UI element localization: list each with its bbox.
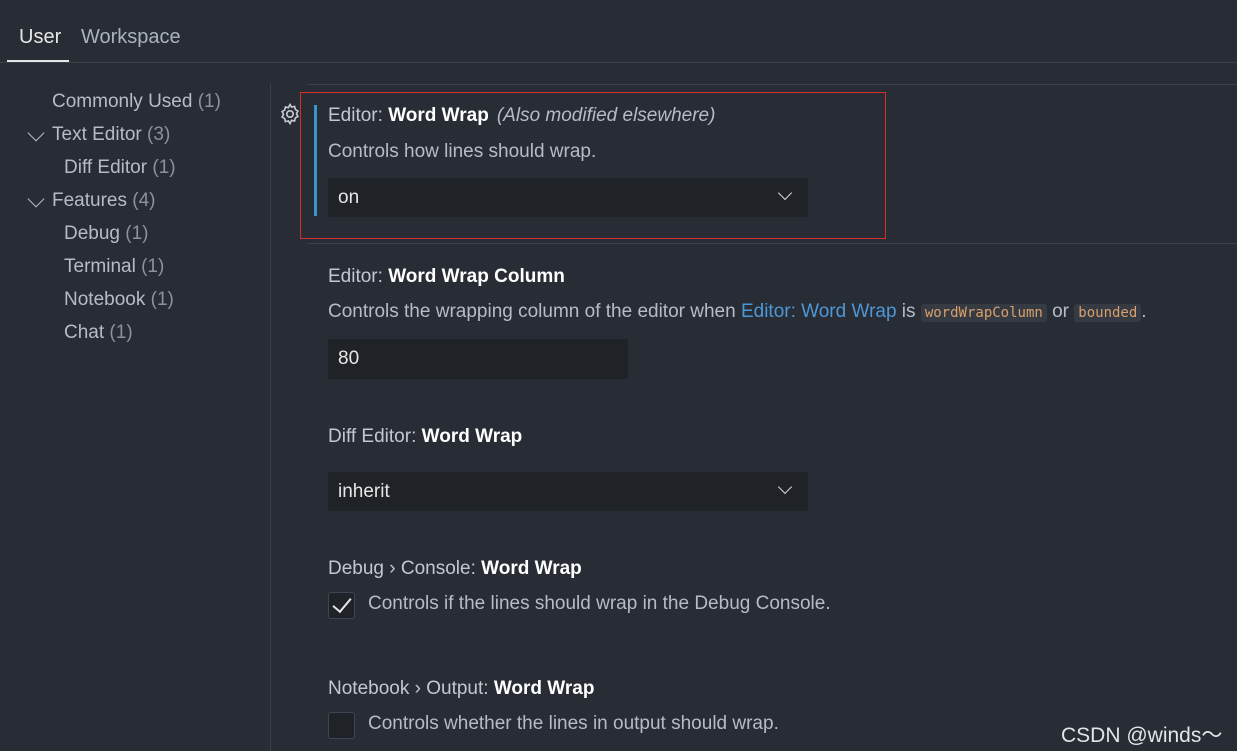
watermark: CSDN @winds～: [1061, 724, 1223, 747]
settings-editor: User Workspace Commonly Used (1) Text Ed…: [0, 0, 1237, 751]
toc-item-chat[interactable]: Chat (1): [64, 322, 133, 344]
setting-description: Controls the wrapping column of the edit…: [328, 301, 1147, 323]
toc-item-terminal[interactable]: Terminal (1): [64, 256, 164, 278]
setting-description: Controls whether the lines in output sho…: [368, 713, 779, 734]
debug-console-word-wrap-checkbox[interactable]: [328, 592, 355, 619]
tabs-divider: [0, 62, 1237, 63]
setting-title-notebook-output-word-wrap: Notebook › Output: Word Wrap: [328, 678, 594, 700]
setting-title-word-wrap-column: Editor: Word Wrap Column: [328, 266, 565, 288]
setting-name: Word Wrap Column: [388, 266, 565, 287]
setting-description: Controls how lines should wrap.: [328, 141, 597, 162]
chevron-down-icon[interactable]: [27, 190, 45, 208]
setting-title-word-wrap: Editor: Word Wrap (Also modified elsewher…: [328, 105, 715, 127]
toc-item-count: (1): [141, 256, 165, 277]
code-value: bounded: [1074, 304, 1142, 322]
setting-name: Word Wrap: [388, 105, 489, 126]
chevron-down-icon: [777, 479, 793, 495]
setting-title-debug-console-word-wrap: Debug › Console: Word Wrap: [328, 558, 582, 580]
setting-description: Controls if the lines should wrap in the…: [368, 593, 831, 614]
setting-title-diff-word-wrap: Diff Editor: Word Wrap: [328, 426, 522, 448]
word-wrap-select[interactable]: on: [328, 178, 808, 217]
toc-item-label: Features: [52, 190, 127, 211]
toc-item-notebook[interactable]: Notebook (1): [64, 289, 174, 311]
toc-item-label: Text Editor: [52, 124, 142, 145]
toc-item-count: (3): [147, 124, 171, 145]
setting-link[interactable]: Editor: Word Wrap: [741, 301, 897, 322]
setting-category: Notebook › Output:: [328, 678, 494, 699]
setting-category: Editor:: [328, 105, 389, 126]
toc-item-commonly-used[interactable]: Commonly Used (1): [52, 91, 221, 113]
settings-toc: Commonly Used (1) Text Editor (3) Diff E…: [0, 84, 270, 751]
toc-item-diff-editor[interactable]: Diff Editor (1): [64, 157, 176, 179]
setting-category: Debug › Console:: [328, 558, 482, 579]
toc-item-count: (1): [152, 157, 176, 178]
settings-tabs: User Workspace: [0, 0, 1237, 63]
toc-item-label: Commonly Used: [52, 91, 193, 112]
tab-workspace[interactable]: Workspace: [81, 26, 181, 49]
word-wrap-column-input[interactable]: [328, 339, 628, 379]
select-value: on: [338, 187, 360, 208]
setting-name: Word Wrap: [421, 426, 523, 447]
select-value: inherit: [338, 481, 390, 502]
desc-text: Controls the wrapping column of the edit…: [328, 301, 741, 322]
gear-icon[interactable]: [278, 102, 302, 126]
setting-divider: [307, 243, 1237, 244]
toc-item-label: Terminal: [64, 256, 136, 277]
desc-text: or: [1046, 301, 1075, 322]
notebook-output-word-wrap-checkbox[interactable]: [328, 712, 355, 739]
toc-item-features[interactable]: Features (4): [52, 190, 156, 212]
tab-user[interactable]: User: [19, 26, 61, 49]
toc-item-label: Chat: [64, 322, 105, 343]
chevron-down-icon: [777, 185, 793, 201]
diff-word-wrap-select[interactable]: inherit: [328, 472, 808, 511]
code-value: wordWrapColumn: [920, 304, 1047, 322]
chevron-down-icon[interactable]: [27, 124, 45, 142]
toc-item-count: (1): [197, 91, 221, 112]
toc-item-count: (1): [109, 322, 133, 343]
setting-category: Diff Editor:: [328, 426, 422, 447]
setting-name: Word Wrap: [481, 558, 582, 579]
desc-text: is: [896, 301, 921, 322]
desc-text: .: [1141, 301, 1147, 322]
setting-name: Word Wrap: [493, 678, 595, 699]
panel-top-divider: [307, 84, 1237, 85]
toc-item-debug[interactable]: Debug (1): [64, 223, 149, 245]
toc-item-label: Debug: [64, 223, 120, 244]
toc-item-count: (1): [150, 289, 174, 310]
toc-item-label: Diff Editor: [64, 157, 148, 178]
setting-category: Editor:: [328, 266, 389, 287]
check-icon: [332, 592, 352, 614]
toc-divider: [270, 84, 271, 751]
modified-elsewhere-link[interactable]: (Also modified elsewhere): [497, 105, 716, 126]
toc-item-label: Notebook: [64, 289, 146, 310]
toc-item-count: (4): [132, 190, 156, 211]
toc-item-count: (1): [125, 223, 149, 244]
toc-item-text-editor[interactable]: Text Editor (3): [52, 124, 170, 146]
